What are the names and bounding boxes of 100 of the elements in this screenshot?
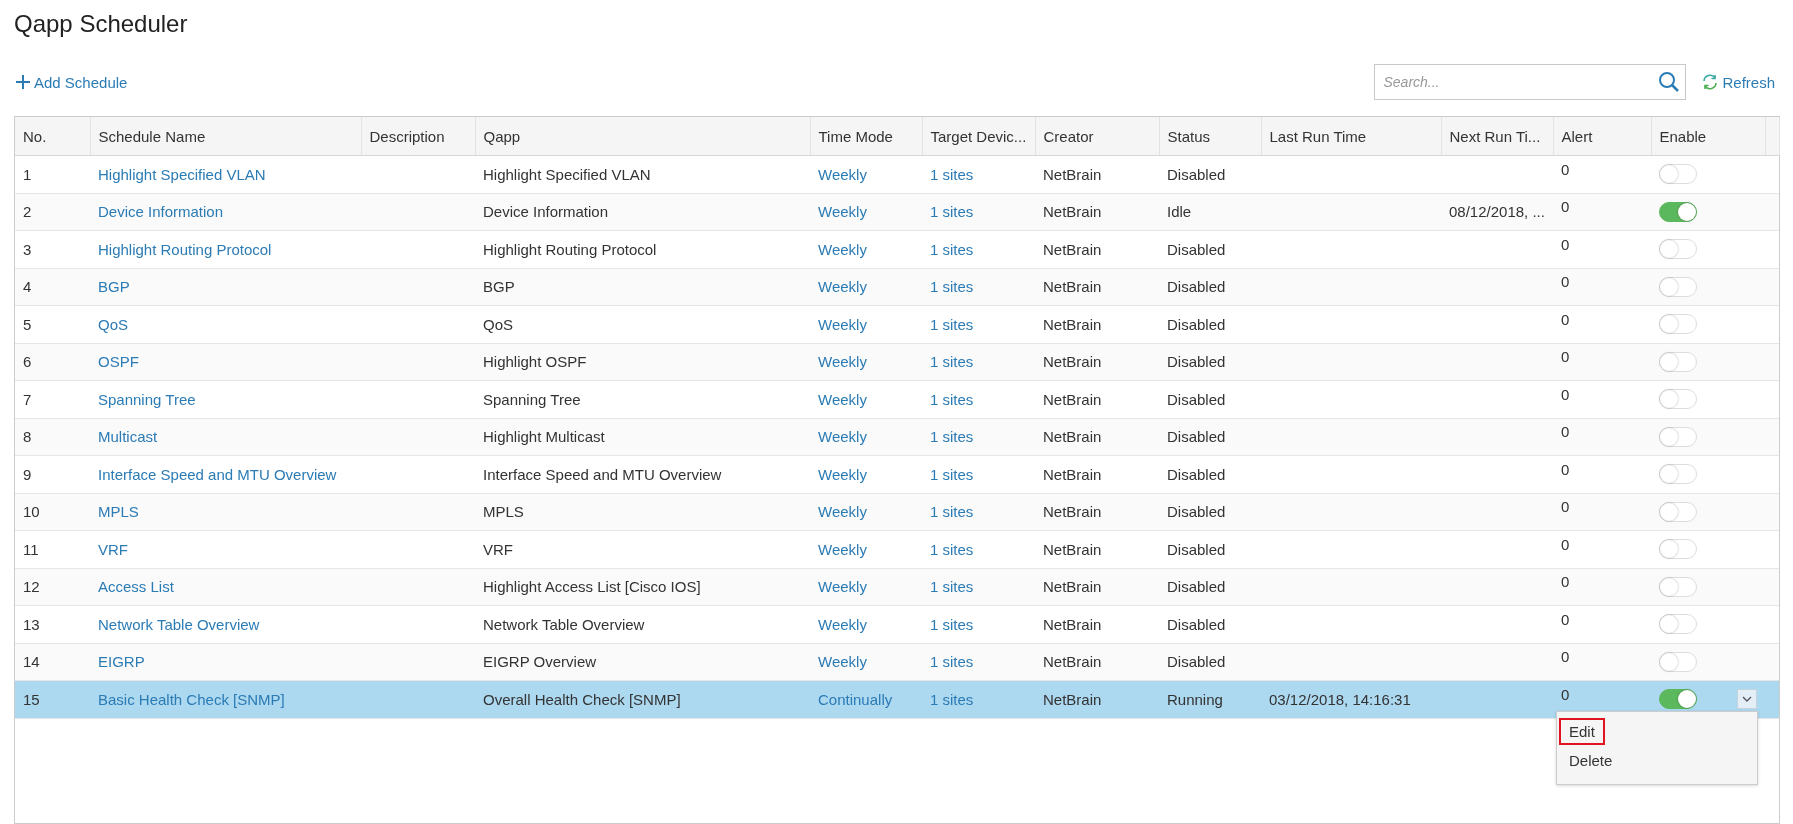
table-row[interactable]: 5 QoS QoS Weekly 1 sites NetBrain Disabled 0 bbox=[15, 305, 1779, 343]
column-header[interactable]: Next Run Ti... bbox=[1441, 117, 1553, 156]
status-text: Disabled bbox=[1167, 578, 1226, 596]
target-sites-link[interactable]: 1 sites bbox=[930, 165, 974, 183]
time-mode-link[interactable]: Weekly bbox=[818, 390, 867, 408]
target-sites-link[interactable]: 1 sites bbox=[930, 578, 974, 596]
schedule-name-link[interactable]: Spanning Tree bbox=[98, 390, 196, 408]
status-text: Disabled bbox=[1167, 353, 1226, 371]
target-sites-link[interactable]: 1 sites bbox=[930, 278, 974, 296]
time-mode-link[interactable]: Weekly bbox=[818, 503, 867, 521]
refresh-button[interactable]: Refresh bbox=[1700, 73, 1779, 91]
row-number: 15 bbox=[23, 690, 40, 708]
time-mode-link[interactable]: Weekly bbox=[818, 203, 867, 221]
schedule-name-link[interactable]: Highlight Specified VLAN bbox=[98, 165, 266, 183]
schedule-name-link[interactable]: Multicast bbox=[98, 428, 158, 446]
schedule-name-link[interactable]: BGP bbox=[98, 278, 130, 296]
schedule-name-link[interactable]: Network Table Overview bbox=[98, 615, 260, 633]
creator-text: NetBrain bbox=[1043, 428, 1102, 446]
schedule-name-link[interactable]: MPLS bbox=[98, 503, 139, 521]
column-header[interactable]: Creator bbox=[1035, 117, 1159, 156]
row-number: 2 bbox=[23, 203, 32, 221]
schedule-name-link[interactable]: Access List bbox=[98, 578, 174, 596]
table-row[interactable]: 6 OSPF Highlight OSPF Weekly 1 sites NetBrain Disabled 0 bbox=[15, 343, 1779, 381]
creator-text: NetBrain bbox=[1043, 653, 1102, 671]
time-mode-link[interactable]: Weekly bbox=[818, 315, 867, 333]
add-schedule-button[interactable]: Add Schedule bbox=[14, 73, 132, 91]
row-number: 7 bbox=[23, 390, 32, 408]
target-sites-link[interactable]: 1 sites bbox=[930, 653, 974, 671]
table-row[interactable]: 8 Multicast Highlight Multicast Weekly 1 sites NetBrain Disabled 0 bbox=[15, 418, 1779, 456]
qapp-text: Highlight Specified VLAN bbox=[483, 165, 651, 183]
alert-count: 0 bbox=[1561, 423, 1570, 441]
schedule-name-link[interactable]: EIGRP bbox=[98, 653, 145, 671]
table-row[interactable]: 3 Highlight Routing Protocol Highlight Routing Protocol Weekly 1 sites NetBrain Disabled 0 bbox=[15, 230, 1779, 268]
status-text: Disabled bbox=[1167, 165, 1226, 183]
target-sites-link[interactable]: 1 sites bbox=[930, 503, 974, 521]
time-mode-link[interactable]: Weekly bbox=[818, 615, 867, 633]
time-mode-link[interactable]: Weekly bbox=[818, 540, 867, 558]
menu-item[interactable]: Edit bbox=[1559, 718, 1605, 745]
table-row[interactable]: 1 Highlight Specified VLAN Highlight Specified VLAN Weekly 1 sites NetBrain Disabled 0 bbox=[15, 155, 1779, 193]
menu-item[interactable]: Delete bbox=[1559, 747, 1623, 774]
time-mode-link[interactable]: Weekly bbox=[818, 165, 867, 183]
status-text: Disabled bbox=[1167, 503, 1226, 521]
last-run-time: 03/12/2018, 14:16:31 bbox=[1269, 690, 1411, 708]
time-mode-link[interactable]: Weekly bbox=[818, 653, 867, 671]
table-row[interactable]: 12 Access List Highlight Access List [Cisco IOS] Weekly 1 sites NetBrain Disabled 0 bbox=[15, 568, 1779, 606]
status-text: Disabled bbox=[1167, 653, 1226, 671]
column-header[interactable]: Last Run Time bbox=[1261, 117, 1441, 156]
schedule-name-link[interactable]: Highlight Routing Protocol bbox=[98, 240, 272, 258]
column-header[interactable]: Target Devic... bbox=[922, 117, 1035, 156]
qapp-text: Interface Speed and MTU Overview bbox=[483, 465, 722, 483]
table-row[interactable]: 4 BGP BGP Weekly 1 sites NetBrain Disabled 0 bbox=[15, 268, 1779, 306]
time-mode-link[interactable]: Weekly bbox=[818, 465, 867, 483]
column-header[interactable]: Qapp bbox=[475, 117, 810, 156]
enable-toggle[interactable] bbox=[1659, 201, 1697, 222]
table-row[interactable]: 2 Device Information Device Information Weekly 1 sites NetBrain Idle 08/12/2018, ... 0 bbox=[15, 193, 1779, 231]
column-header[interactable]: Time Mode bbox=[810, 117, 922, 156]
target-sites-link[interactable]: 1 sites bbox=[930, 465, 974, 483]
column-header[interactable]: Enable bbox=[1651, 117, 1765, 156]
target-sites-link[interactable]: 1 sites bbox=[930, 428, 974, 446]
schedule-name-link[interactable]: QoS bbox=[98, 315, 128, 333]
schedule-name-link[interactable]: OSPF bbox=[98, 353, 139, 371]
row-menu-button[interactable] bbox=[1737, 689, 1757, 709]
enable-toggle[interactable] bbox=[1659, 689, 1697, 710]
table-row[interactable]: 10 MPLS MPLS Weekly 1 sites NetBrain Disabled 0 bbox=[15, 493, 1779, 531]
time-mode-link[interactable]: Weekly bbox=[818, 353, 867, 371]
time-mode-link[interactable]: Weekly bbox=[818, 428, 867, 446]
schedule-name-link[interactable]: Basic Health Check [SNMP] bbox=[98, 690, 285, 708]
time-mode-link[interactable]: Weekly bbox=[818, 240, 867, 258]
table-row[interactable]: 14 EIGRP EIGRP Overview Weekly 1 sites NetBrain Disabled 0 bbox=[15, 643, 1779, 681]
table-row[interactable]: 7 Spanning Tree Spanning Tree Weekly 1 sites NetBrain Disabled 0 bbox=[15, 380, 1779, 418]
table-row[interactable]: 11 VRF VRF Weekly 1 sites NetBrain Disabled 0 bbox=[15, 530, 1779, 568]
column-header[interactable]: Status bbox=[1159, 117, 1261, 156]
schedule-name-link[interactable]: Device Information bbox=[98, 203, 224, 221]
schedule-name-link[interactable]: VRF bbox=[98, 540, 128, 558]
creator-text: NetBrain bbox=[1043, 578, 1102, 596]
alert-count: 0 bbox=[1561, 573, 1570, 591]
search-field[interactable]: Search... bbox=[1374, 64, 1687, 100]
target-sites-link[interactable]: 1 sites bbox=[930, 353, 974, 371]
schedule-name-link[interactable]: Interface Speed and MTU Overview bbox=[98, 465, 337, 483]
target-sites-link[interactable]: 1 sites bbox=[930, 315, 974, 333]
row-number: 13 bbox=[23, 615, 40, 633]
target-sites-link[interactable]: 1 sites bbox=[930, 690, 974, 708]
target-sites-link[interactable]: 1 sites bbox=[930, 203, 974, 221]
column-header[interactable]: Schedule Name bbox=[90, 117, 361, 156]
table-row[interactable]: 13 Network Table Overview Network Table Overview Weekly 1 sites NetBrain Disabled 0 bbox=[15, 605, 1779, 643]
target-sites-link[interactable]: 1 sites bbox=[930, 390, 974, 408]
row-number: 3 bbox=[23, 240, 32, 258]
column-header[interactable]: No. bbox=[15, 117, 90, 156]
status-text: Disabled bbox=[1167, 390, 1226, 408]
time-mode-link[interactable]: Continually bbox=[818, 690, 893, 708]
time-mode-link[interactable]: Weekly bbox=[818, 578, 867, 596]
target-sites-link[interactable]: 1 sites bbox=[930, 540, 974, 558]
status-text: Disabled bbox=[1167, 315, 1226, 333]
column-header[interactable]: Description bbox=[361, 117, 475, 156]
target-sites-link[interactable]: 1 sites bbox=[930, 240, 974, 258]
target-sites-link[interactable]: 1 sites bbox=[930, 615, 974, 633]
qapp-text: MPLS bbox=[483, 503, 524, 521]
column-header[interactable]: Alert bbox=[1553, 117, 1651, 156]
time-mode-link[interactable]: Weekly bbox=[818, 278, 867, 296]
table-row[interactable]: 9 Interface Speed and MTU Overview Interface Speed and MTU Overview Weekly 1 sites NetBrain Disabled 0 bbox=[15, 455, 1779, 493]
